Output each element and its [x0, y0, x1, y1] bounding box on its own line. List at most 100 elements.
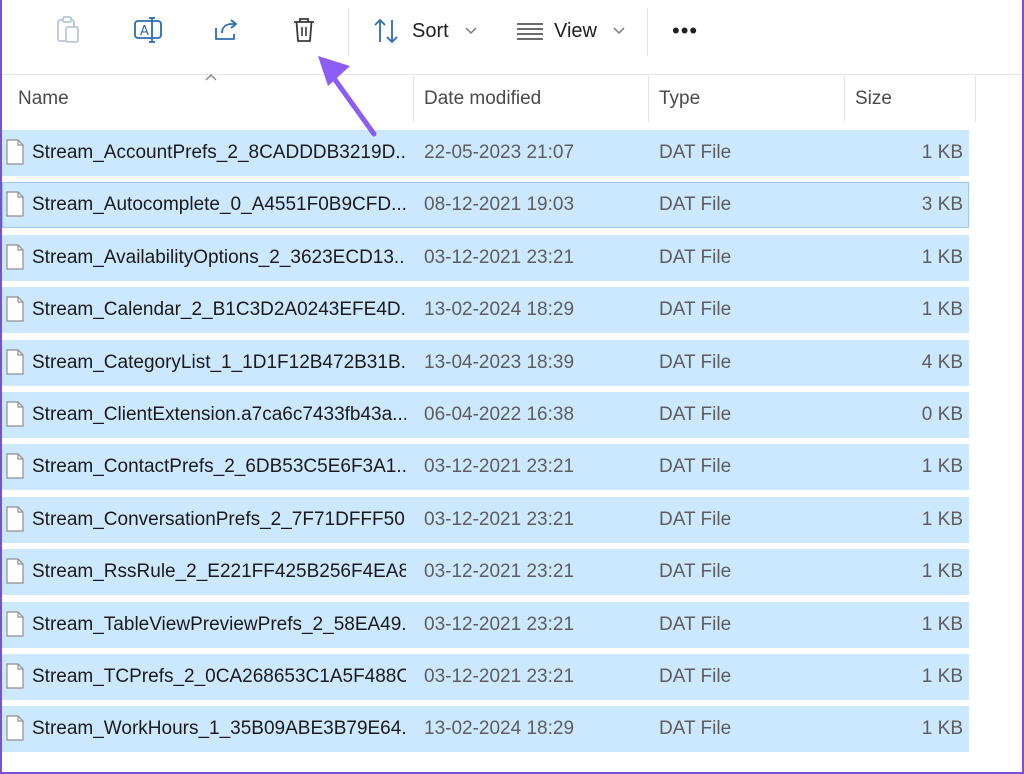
- file-name: Stream_Autocomplete_0_A4551F0B9CFD...: [32, 194, 406, 216]
- paste-icon[interactable]: [52, 14, 84, 46]
- column-divider[interactable]: [975, 76, 976, 122]
- file-name: Stream_ClientExtension.a7ca6c7433fb43a..…: [32, 404, 406, 425]
- file-type: DAT File: [659, 351, 732, 373]
- file-icon: [6, 244, 24, 270]
- file-row[interactable]: Stream_ConversationPrefs_2_7F71DFFF50...…: [2, 496, 969, 543]
- file-type: DAT File: [659, 404, 732, 425]
- file-type: DAT File: [659, 246, 732, 268]
- file-date-modified: 03-12-2021 23:21: [424, 666, 575, 687]
- share-icon[interactable]: [210, 14, 242, 46]
- file-type: DAT File: [659, 194, 732, 216]
- file-date-modified: 03-12-2021 23:21: [424, 613, 575, 635]
- rename-icon[interactable]: A: [132, 14, 164, 46]
- file-size: 1 KB: [921, 613, 963, 635]
- column-header-size-label: Size: [855, 88, 892, 109]
- file-type: DAT File: [659, 142, 732, 163]
- file-size: 1 KB: [921, 142, 963, 163]
- file-size: 1 KB: [921, 456, 963, 478]
- chevron-down-icon: [613, 27, 625, 35]
- file-size: 1 KB: [921, 718, 963, 740]
- view-icon: [517, 23, 543, 40]
- file-size: 4 KB: [921, 351, 963, 373]
- file-size: 1 KB: [921, 246, 963, 268]
- file-icon: [6, 453, 24, 479]
- file-row[interactable]: Stream_Calendar_2_B1C3D2A0243EFE4D... 13-…: [2, 287, 969, 334]
- file-icon: [6, 506, 24, 532]
- annotation-arrow-icon: [318, 56, 377, 137]
- file-icon: [6, 558, 24, 584]
- file-name: Stream_WorkHours_1_35B09ABE3B79E64...: [32, 718, 406, 740]
- view-button[interactable]: View: [516, 14, 625, 48]
- file-size: 1 KB: [921, 561, 963, 583]
- file-name: Stream_CategoryList_1_1D1F12B472B31B...: [32, 351, 406, 373]
- file-date-modified: 08-12-2021 19:03: [424, 194, 575, 216]
- file-date-modified: 13-02-2024 18:29: [424, 718, 575, 740]
- file-size: 0 KB: [921, 404, 963, 425]
- sort-button[interactable]: Sort: [372, 14, 477, 48]
- file-icon: [6, 610, 24, 637]
- file-name: Stream_RssRule_2_E221FF425B256F4EA8...: [32, 561, 406, 583]
- file-icon: [6, 191, 24, 217]
- column-header-date[interactable]: Date modified: [414, 76, 648, 122]
- file-type: DAT File: [659, 299, 732, 321]
- command-bar: A Sort View •••: [0, 0, 1024, 64]
- file-icon: [6, 296, 24, 322]
- file-icon: [6, 139, 24, 165]
- file-icon: [6, 348, 24, 375]
- file-date-modified: 03-12-2021 23:21: [424, 561, 575, 583]
- file-size: 3 KB: [921, 194, 963, 216]
- file-date-modified: 03-12-2021 23:21: [424, 246, 575, 268]
- file-icon: [6, 715, 24, 741]
- column-header-size[interactable]: Size: [845, 76, 975, 122]
- file-type: DAT File: [659, 561, 732, 583]
- file-date-modified: 13-02-2024 18:29: [424, 299, 575, 321]
- delete-icon[interactable]: [288, 14, 320, 46]
- file-icon: [6, 401, 24, 427]
- file-date-modified: 13-04-2023 18:39: [424, 351, 575, 373]
- file-row[interactable]: Stream_CategoryList_1_1D1F12B472B31B... 1…: [2, 339, 969, 386]
- file-row[interactable]: Stream_TableViewPreviewPrefs_2_58EA49...…: [2, 601, 969, 648]
- file-date-modified: 06-04-2022 16:38: [424, 404, 575, 425]
- toolbar-separator: [348, 8, 349, 56]
- file-row[interactable]: Stream_AccountPrefs_2_8CADDDB3219D... 22-…: [2, 130, 969, 176]
- file-name: Stream_Calendar_2_B1C3D2A0243EFE4D...: [32, 299, 406, 321]
- file-name: Stream_TableViewPreviewPrefs_2_58EA49...: [32, 613, 406, 635]
- file-size: 1 KB: [921, 666, 963, 687]
- file-name: Stream_ConversationPrefs_2_7F71DFFF50...: [32, 508, 406, 530]
- more-options-button[interactable]: •••: [672, 14, 698, 48]
- file-type: DAT File: [659, 508, 732, 530]
- file-size: 1 KB: [921, 299, 963, 321]
- file-type: DAT File: [659, 456, 732, 478]
- file-date-modified: 03-12-2021 23:21: [424, 508, 575, 530]
- file-icon: [6, 663, 24, 689]
- column-header-date-label: Date modified: [424, 88, 542, 109]
- column-header-type[interactable]: Type: [649, 76, 844, 122]
- file-size: 1 KB: [921, 508, 963, 530]
- file-name: Stream_AvailabilityOptions_2_3623ECD13..…: [32, 246, 406, 268]
- toolbar-separator: [647, 8, 648, 56]
- sort-label: Sort: [412, 19, 449, 42]
- column-header-type-label: Type: [659, 88, 701, 109]
- column-header-row: Name Date modified Type Size: [0, 76, 1024, 122]
- sort-icon: [374, 18, 398, 44]
- file-row[interactable]: Stream_ContactPrefs_2_6DB53C5E6F3A1... 03…: [2, 444, 969, 491]
- svg-text:A: A: [140, 24, 149, 39]
- file-row[interactable]: Stream_Autocomplete_0_A4551F0B9CFD... 08-…: [2, 182, 969, 229]
- file-type: DAT File: [659, 718, 732, 740]
- file-type: DAT File: [659, 666, 732, 687]
- file-date-modified: 22-05-2023 21:07: [424, 142, 575, 163]
- file-row[interactable]: Stream_AvailabilityOptions_2_3623ECD13..…: [2, 234, 969, 281]
- file-type: DAT File: [659, 613, 732, 635]
- more-icon: •••: [672, 18, 699, 43]
- file-name: Stream_TCPrefs_2_0CA268653C1A5F488C...: [32, 666, 406, 687]
- file-row[interactable]: Stream_ClientExtension.a7ca6c7433fb43a..…: [2, 392, 969, 438]
- file-name: Stream_ContactPrefs_2_6DB53C5E6F3A1...: [32, 456, 406, 478]
- column-header-name-label: Name: [18, 88, 69, 109]
- file-row[interactable]: Stream_RssRule_2_E221FF425B256F4EA8... 03…: [2, 549, 969, 596]
- file-row[interactable]: Stream_WorkHours_1_35B09ABE3B79E64... 13-…: [2, 706, 969, 753]
- view-label: View: [554, 19, 597, 42]
- file-date-modified: 03-12-2021 23:21: [424, 456, 575, 478]
- file-row[interactable]: Stream_TCPrefs_2_0CA268653C1A5F488C... 03…: [2, 654, 969, 700]
- toolbar-divider: [0, 74, 1024, 75]
- chevron-down-icon: [465, 27, 477, 35]
